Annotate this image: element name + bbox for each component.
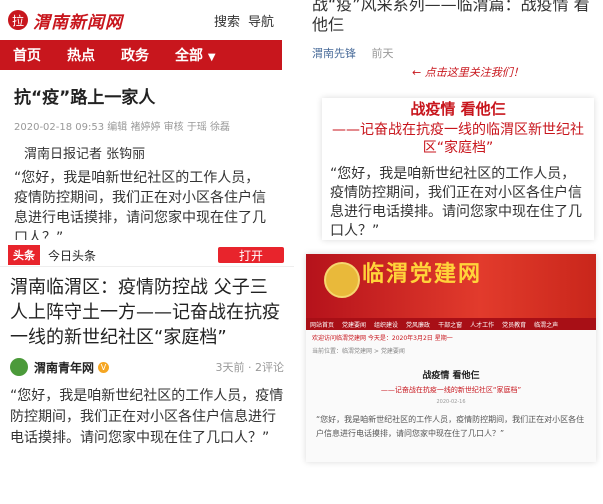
toutiao-logo: 头条 [8, 245, 40, 265]
article-title: 渭南临渭区：疫情防控战 父子三人上阵守土一方——记奋战在抗疫一线的新世纪社区“家… [10, 277, 280, 348]
publish-time: 前天 [371, 47, 394, 60]
article-title[interactable]: 战“疫”风采系列——临渭篇：战疫情 看他仨 [312, 0, 603, 35]
article-body: “您好，我是咱新世纪社区的工作人员，疫情防控期间，我们正在对小区各住户信息进行电… [316, 415, 585, 438]
search-link[interactable]: 搜索 [214, 11, 240, 30]
article-body: “您好，我是咱新世纪社区的工作人员，疫情防控期间，我们正在对小区各住户信息进行电… [330, 166, 582, 239]
site-logo-text: 渭南新闻网 [33, 12, 123, 33]
nav-item[interactable]: 组织建设 [370, 320, 402, 329]
article-excerpt-panel: 战疫情 看他仨 ——记奋战在抗疫一线的临渭区新世纪社区“家庭档” “您好，我是咱… [322, 98, 594, 240]
article-title: 战疫情 看他仨 [422, 371, 480, 381]
site-logo-icon: 拉 [8, 10, 28, 30]
nav-item[interactable]: 临渭之声 [530, 320, 562, 329]
article-title: 战疫情 看他仨 [410, 100, 506, 118]
nav-item[interactable]: 人才工作 [466, 320, 498, 329]
article-meta: 2020-02-18 09:53 编辑 褚婷婷 审核 于瑶 徐磊 [14, 122, 231, 133]
source-name[interactable]: 渭南青年网 [34, 359, 94, 376]
site-banner: 临渭党建网 [306, 254, 596, 318]
tab-home[interactable]: 首页 [0, 45, 54, 65]
source-avatar[interactable] [10, 358, 28, 376]
article-byline: 渭南日报记者 张钩丽 [24, 147, 146, 162]
article-subtitle: ——记奋战在抗疫一线的新世纪社区“家庭档” [380, 386, 522, 394]
nav-item[interactable]: 党建要闻 [338, 320, 370, 329]
tab-government[interactable]: 政务 [108, 45, 162, 65]
news-app-panel: 拉 渭南新闻网 搜索 导航 首页 热点 政务 全部 ▼ 抗“疫”路上一家人 20… [0, 0, 282, 240]
app-name: 今日头条 [48, 248, 97, 263]
wechat-article-header: 战“疫”风采系列——临渭篇：战疫情 看他仨 渭南先锋 前天 ← 点击这里关注我们… [312, 0, 603, 90]
nav-item[interactable]: 干部之窗 [434, 320, 466, 329]
tab-all-label: 全部 [175, 48, 203, 64]
app-banner: 头条 今日头条 打开 [0, 244, 294, 267]
follow-prompt[interactable]: ← 点击这里关注我们！ [412, 64, 524, 80]
party-emblem-icon [324, 262, 360, 298]
open-app-button[interactable]: 打开 [218, 247, 284, 263]
publish-time: 3天前 · 2评论 [215, 361, 285, 374]
site-notice: 欢迎访问临渭党建网 今天是：2020年3月2日 星期一 [312, 335, 453, 342]
nav-item[interactable]: 网站首页 [306, 320, 338, 329]
article-body: “您好，我是咱新世纪社区的工作人员，疫情防控期间，我们正在对小区各住户信息进行电… [14, 170, 266, 240]
nav-link[interactable]: 导航 [248, 11, 274, 30]
nav-item[interactable]: 党风廉政 [402, 320, 434, 329]
toutiao-panel: 头条 今日头条 打开 渭南临渭区：疫情防控战 父子三人上阵守土一方——记奋战在抗… [0, 244, 294, 504]
nav-item[interactable]: 党员教育 [498, 320, 530, 329]
site-logo: 临渭党建网 [362, 261, 483, 287]
article-body: “您好，我是咱新世纪社区的工作人员，疫情防控期间，我们正在对小区各住户信息进行电… [10, 388, 284, 446]
source-link[interactable]: 渭南先锋 [312, 47, 356, 60]
article-title: 抗“疫”路上一家人 [14, 88, 156, 108]
article-meta: 渭南先锋 前天 [312, 45, 603, 61]
tab-all[interactable]: 全部 ▼ [162, 45, 229, 65]
site-nav: 网站首页 党建要闻 组织建设 党风廉政 干部之窗 人才工作 党员教育 临渭之声 [306, 318, 596, 330]
article-source-row: 渭南青年网 V 3天前 · 2评论 [0, 350, 294, 376]
category-nav: 首页 热点 政务 全部 ▼ [0, 40, 282, 70]
party-website-panel: 临渭党建网 网站首页 党建要闻 组织建设 党风廉政 干部之窗 人才工作 党员教育… [306, 254, 596, 462]
chevron-down-icon: ▼ [207, 52, 216, 63]
breadcrumb: 当前位置：临渭党建网 > 党建要闻 [312, 348, 405, 355]
tab-hot[interactable]: 热点 [54, 45, 108, 65]
app-header: 拉 渭南新闻网 搜索 导航 [0, 0, 282, 40]
article-subtitle: ——记奋战在抗疫一线的临渭区新世纪社区“家庭档” [332, 122, 584, 156]
verified-badge-icon: V [98, 361, 110, 373]
